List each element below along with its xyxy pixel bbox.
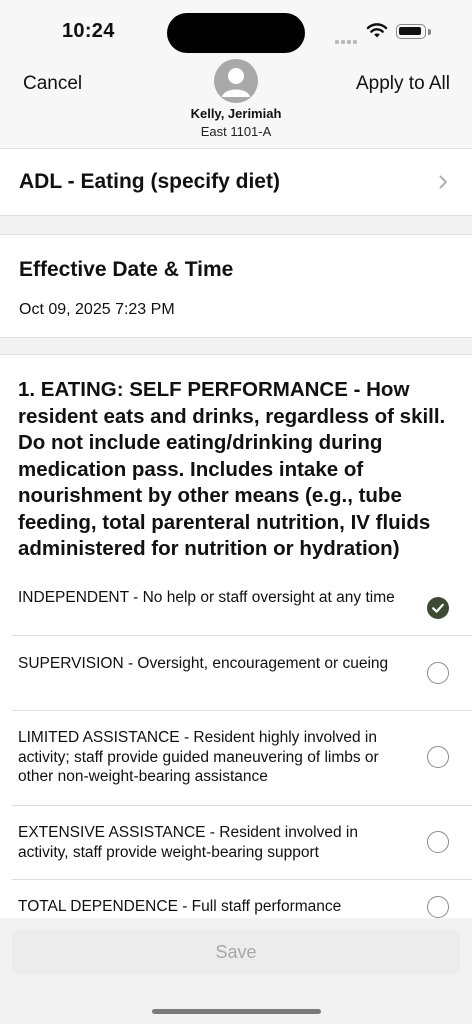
adl-title: ADL - Eating (specify diet) — [19, 170, 280, 193]
footer: Save — [0, 918, 472, 1024]
radio-empty-icon[interactable] — [427, 831, 449, 853]
option-independent[interactable]: INDEPENDENT - No help or staff oversight… — [12, 575, 472, 636]
status-bar: 10:24 — [0, 0, 472, 60]
option-total-dependence[interactable]: TOTAL DEPENDENCE - Full staff performanc… — [12, 879, 472, 919]
apply-to-all-button[interactable]: Apply to All — [356, 73, 450, 95]
checkmark-circle-icon[interactable] — [427, 597, 449, 619]
wifi-icon — [366, 23, 388, 38]
question-text: 1. EATING: SELF PERFORMANCE - How reside… — [18, 378, 446, 560]
radio-empty-icon[interactable] — [427, 662, 449, 684]
adl-selector-row[interactable]: ADL - Eating (specify diet) — [0, 149, 472, 216]
option-label: SUPERVISION - Oversight, encouragement o… — [18, 655, 389, 672]
option-limited-assistance[interactable]: LIMITED ASSISTANCE - Resident highly inv… — [12, 710, 472, 806]
option-label: INDEPENDENT - No help or staff oversight… — [18, 589, 395, 606]
battery-icon — [396, 24, 426, 39]
option-supervision[interactable]: SUPERVISION - Oversight, encouragement o… — [12, 635, 472, 711]
cellular-signal-icon — [335, 31, 359, 49]
option-label: TOTAL DEPENDENCE - Full staff performanc… — [18, 898, 342, 915]
radio-empty-icon[interactable] — [427, 746, 449, 768]
radio-empty-icon[interactable] — [427, 896, 449, 918]
nav-bar: Cancel Kelly, Jerimiah East 1101-A Apply… — [0, 59, 472, 149]
effective-date-title: Effective Date & Time — [19, 258, 234, 281]
option-extensive-assistance[interactable]: EXTENSIVE ASSISTANCE - Resident involved… — [12, 805, 472, 880]
status-time: 10:24 — [62, 20, 115, 42]
save-button[interactable]: Save — [12, 930, 460, 974]
effective-date-card[interactable]: Effective Date & Time Oct 09, 2025 7:23 … — [0, 234, 472, 338]
effective-date-value[interactable]: Oct 09, 2025 7:23 PM — [19, 301, 175, 319]
chevron-right-icon — [439, 175, 447, 189]
dynamic-island — [167, 13, 305, 53]
option-label: EXTENSIVE ASSISTANCE - Resident involved… — [18, 824, 358, 861]
resident-name: Kelly, Jerimiah — [190, 106, 282, 121]
resident-room: East 1101-A — [200, 124, 272, 139]
avatar — [214, 59, 258, 103]
cancel-button[interactable]: Cancel — [23, 73, 82, 95]
home-indicator[interactable] — [152, 1009, 321, 1014]
person-icon — [222, 68, 250, 97]
question-card: 1. EATING: SELF PERFORMANCE - How reside… — [0, 354, 472, 919]
option-label: LIMITED ASSISTANCE - Resident highly inv… — [18, 729, 379, 785]
battery-cap — [428, 29, 431, 35]
